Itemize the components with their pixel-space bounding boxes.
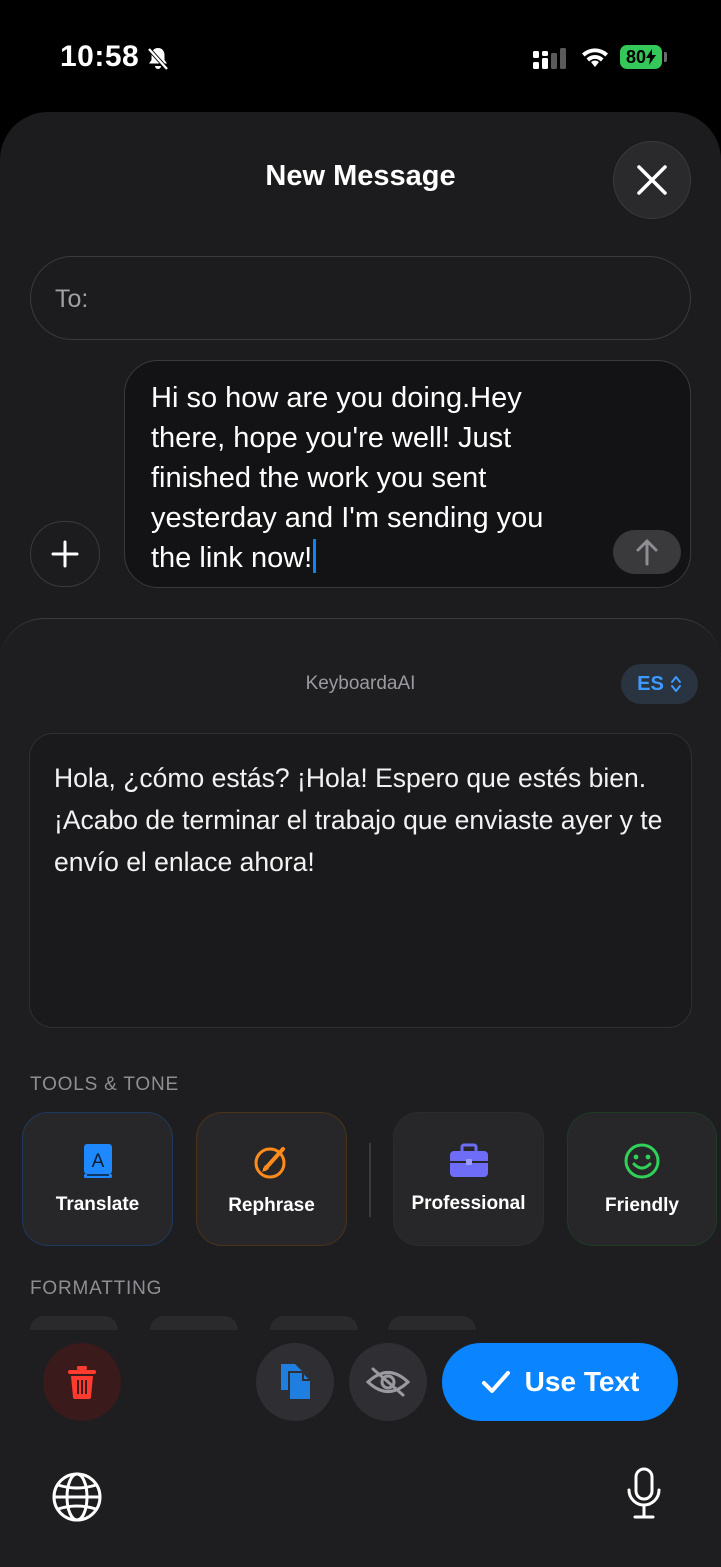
smiley-icon: [624, 1143, 660, 1179]
svg-text:A: A: [91, 1151, 104, 1172]
wifi-icon: [580, 45, 610, 74]
professional-tone-button[interactable]: Professional: [393, 1112, 544, 1246]
friendly-label: Friendly: [605, 1195, 679, 1216]
friendly-tone-button[interactable]: Friendly: [567, 1112, 717, 1246]
formatting-option[interactable]: [150, 1316, 238, 1330]
delete-button[interactable]: [43, 1343, 121, 1421]
battery-cap: [664, 52, 667, 62]
add-attachment-button[interactable]: [30, 521, 100, 587]
cellular-signal-icon: [533, 48, 569, 75]
formatting-option[interactable]: [270, 1316, 358, 1330]
language-selector[interactable]: ES: [621, 664, 698, 704]
translate-button[interactable]: A Translate: [22, 1112, 173, 1246]
text-cursor: [313, 539, 317, 573]
copy-button[interactable]: [256, 1343, 334, 1421]
silent-bell-icon: [146, 46, 170, 77]
globe-icon[interactable]: [51, 1471, 103, 1528]
rephrase-label: Rephrase: [228, 1195, 315, 1216]
trash-icon: [68, 1366, 96, 1399]
formatting-option[interactable]: [30, 1316, 118, 1330]
use-text-label: Use Text: [524, 1366, 640, 1397]
recipient-field[interactable]: [30, 256, 691, 340]
use-text-button[interactable]: Use Text: [442, 1343, 678, 1421]
eye-slash-icon: [365, 1367, 411, 1397]
send-button[interactable]: [613, 530, 681, 574]
formatting-option[interactable]: [388, 1316, 476, 1330]
language-code: ES: [637, 672, 664, 695]
message-text[interactable]: Hi so how are you doing.Hey there, hope …: [151, 378, 591, 578]
translate-label: Translate: [55, 1194, 140, 1215]
translate-book-icon: A: [83, 1144, 112, 1178]
rephrase-button[interactable]: Rephrase: [196, 1112, 347, 1246]
plus-icon: [51, 540, 79, 568]
translation-text: Hola, ¿cómo estás? ¡Hola! Espero que est…: [54, 763, 663, 877]
status-time: 10:58: [60, 40, 140, 73]
hide-text-button[interactable]: [349, 1343, 427, 1421]
formatting-section-label: FORMATTING: [30, 1278, 163, 1299]
charging-bolt-icon: [646, 49, 657, 65]
professional-label: Professional: [411, 1193, 526, 1214]
arrow-up-icon: [636, 539, 658, 566]
rephrase-pencil-icon: [254, 1147, 285, 1179]
close-button[interactable]: [613, 141, 691, 219]
briefcase-icon: [449, 1143, 488, 1177]
microphone-icon[interactable]: [624, 1466, 664, 1527]
close-icon: [637, 165, 667, 195]
battery-level: 80: [625, 46, 647, 67]
checkmark-icon: [481, 1371, 510, 1393]
keyboard-brand: KeyboardaAI: [305, 673, 416, 694]
copy-icon: [281, 1364, 312, 1401]
tools-divider: [369, 1143, 371, 1217]
recipient-label: To:: [55, 285, 89, 313]
tools-section-label: TOOLS & TONE: [30, 1074, 179, 1095]
battery-indicator: 80: [620, 45, 662, 69]
chevron-up-down-icon: [670, 676, 681, 692]
